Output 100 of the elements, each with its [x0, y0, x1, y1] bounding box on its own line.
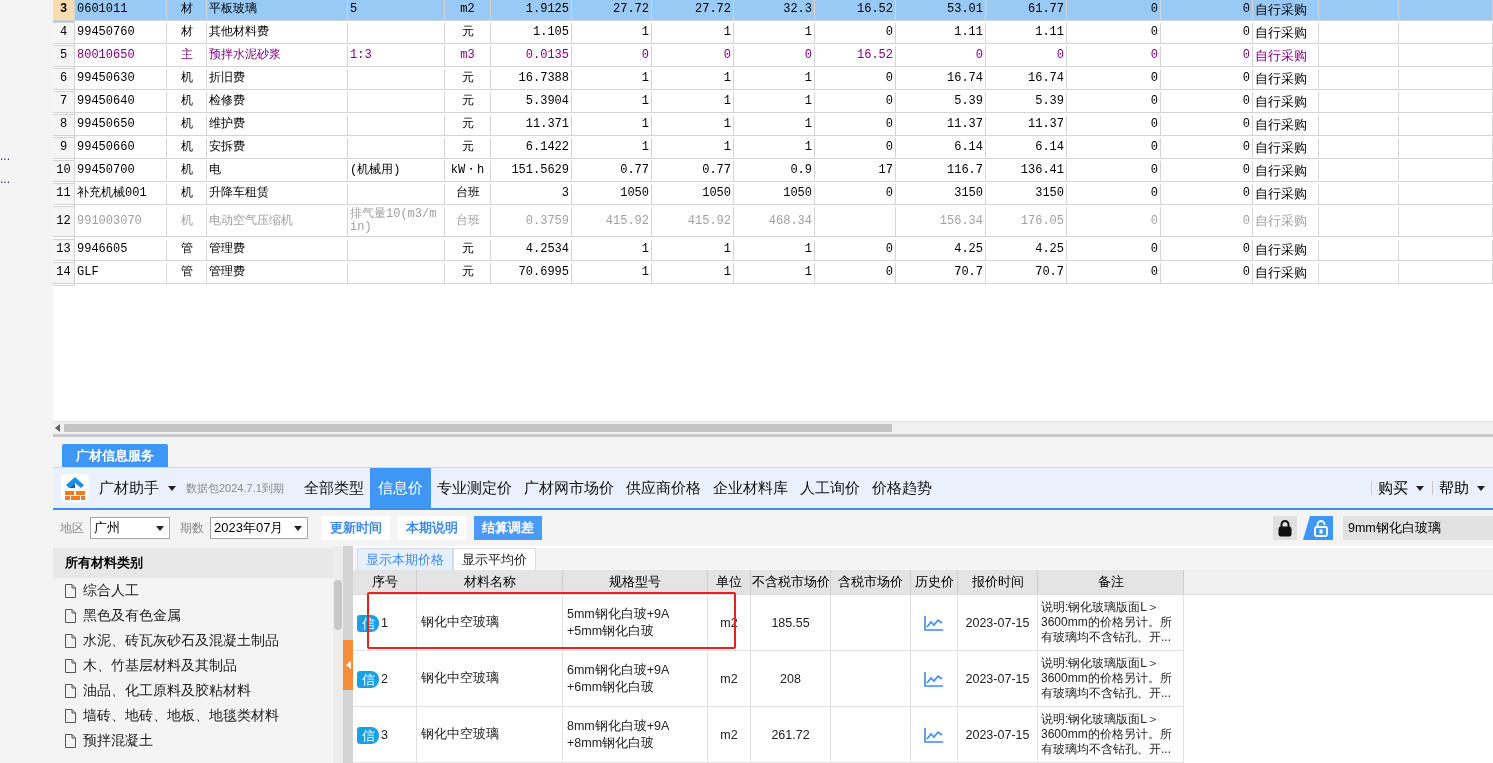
document-icon [65, 583, 76, 598]
table-cell: 0.77 [702, 164, 731, 178]
tree-label[interactable]: ... [0, 171, 10, 188]
horizontal-scrollbar[interactable] [53, 421, 1493, 434]
table-cell: 16.74 [1028, 72, 1064, 86]
row-number[interactable]: 14 [53, 263, 75, 284]
table-cell: 机 [180, 214, 193, 228]
row-number[interactable]: 6 [53, 69, 75, 90]
table-cell: 元 [461, 118, 474, 132]
column-header: 历史价 [914, 573, 954, 591]
table-cell: 4.25 [954, 243, 983, 257]
info-badge: 信 [357, 671, 379, 688]
category-item[interactable]: 木、竹基层材料及其制品 [53, 653, 333, 678]
menu-tab[interactable]: 全部类型 [297, 468, 370, 508]
table-cell: 0 [804, 49, 812, 63]
table-cell: 70.6995 [518, 266, 569, 280]
table-cell: 0 [1242, 214, 1250, 228]
line-chart-icon[interactable] [924, 726, 944, 743]
table-cell: 0 [1150, 164, 1158, 178]
table-cell: 53.01 [947, 3, 983, 17]
table-cell: 1 [804, 118, 812, 132]
row-number[interactable]: 13 [53, 240, 75, 261]
scrollbar-thumb[interactable] [64, 424, 892, 432]
scrollbar-thumb[interactable] [334, 580, 342, 630]
table-cell: 维护费 [209, 118, 245, 132]
row-number[interactable]: 11 [53, 184, 75, 205]
search-field[interactable]: 9mm钢化白玻璃 [1343, 516, 1493, 540]
menu-dropdown[interactable]: 购买 [1371, 481, 1432, 495]
row-number[interactable]: 12 [53, 207, 75, 237]
line-chart-icon[interactable] [924, 670, 944, 687]
document-icon [65, 658, 76, 673]
table-cell: 5.39 [1035, 95, 1064, 109]
table-cell: 70.7 [954, 266, 983, 280]
menu-tab[interactable]: 供应商价格 [619, 468, 707, 508]
collapse-handle[interactable] [343, 640, 353, 690]
table-cell: 0 [1150, 243, 1158, 257]
document-icon [65, 733, 76, 748]
category-item[interactable]: 水泥、砖瓦灰砂石及混凝土制品 [53, 628, 333, 653]
category-item[interactable]: 综合人工 [53, 578, 333, 603]
row-number[interactable]: 7 [53, 92, 75, 113]
period-dropdown[interactable]: 2023年07月 [210, 517, 308, 539]
table-cell: 2023-07-15 [965, 615, 1030, 630]
row-number[interactable]: 3 [53, 0, 75, 21]
table-cell: 1 [804, 141, 812, 155]
table-cell: 0 [1150, 118, 1158, 132]
menu-tab[interactable]: 价格趋势 [865, 468, 938, 508]
toolbar-button[interactable]: 本期说明 [398, 516, 466, 540]
row-number[interactable]: 4 [53, 23, 75, 44]
table-cell: 管理费 [209, 266, 245, 280]
table-cell: 1 [804, 243, 812, 257]
left-arrow-icon[interactable] [55, 424, 61, 432]
table-cell: 0 [1242, 118, 1250, 132]
menu-dropdown[interactable]: 帮助 [1432, 481, 1493, 495]
table-cell: 176.05 [1020, 214, 1064, 228]
table-cell: 99450630 [77, 72, 135, 86]
table-cell: 1 [641, 72, 649, 86]
menu-tab[interactable]: 人工询价 [793, 468, 866, 508]
table-cell: 261.72 [771, 727, 810, 742]
table-cell: 5.3904 [525, 95, 569, 109]
column-header: 规格型号 [609, 573, 661, 591]
document-icon [65, 683, 76, 698]
document-icon [65, 608, 76, 623]
table-cell: 0 [1150, 141, 1158, 155]
table-cell: 8mm钢化白玻+9A [567, 717, 670, 735]
unlock-button[interactable] [1303, 516, 1333, 540]
tree-label[interactable]: ... [0, 148, 10, 165]
table-cell: 自行采购 [1255, 161, 1307, 180]
category-item[interactable]: 预拌混凝土 [53, 728, 333, 753]
table-cell: 1 [641, 243, 649, 257]
category-item[interactable]: 墙砖、地砖、地板、地毯类材料 [53, 703, 333, 728]
column-header: 材料名称 [463, 573, 516, 591]
table-cell: 1 [641, 141, 649, 155]
row-number[interactable]: 9 [53, 138, 75, 159]
line-chart-icon[interactable] [924, 614, 944, 631]
region-dropdown[interactable]: 广州 [90, 517, 170, 539]
menu-tab[interactable]: 专业测定价 [430, 468, 518, 508]
lock-button[interactable] [1273, 516, 1297, 540]
menu-tab[interactable]: 企业材料库 [706, 468, 794, 508]
category-item[interactable]: 黑色及有色金属 [53, 603, 333, 628]
row-number[interactable]: 8 [53, 115, 75, 136]
caret-icon [156, 525, 164, 531]
table-cell: 1.11 [954, 26, 983, 40]
table-cell: 9946605 [77, 243, 128, 257]
table-cell: 3 [561, 187, 569, 201]
view-tab[interactable]: 显示平均价 [453, 548, 536, 570]
table-cell: 1050 [620, 187, 649, 201]
table-cell: 自行采购 [1255, 92, 1307, 111]
table-cell: 0 [1150, 95, 1158, 109]
table-cell: 元 [461, 141, 474, 155]
table-cell: 自行采购 [1255, 23, 1307, 42]
table-cell: 自行采购 [1255, 240, 1307, 259]
table-cell: 0 [1242, 95, 1250, 109]
table-cell: 平板玻璃 [209, 3, 257, 17]
table-cell: 1 [641, 266, 649, 280]
table-cell: 0 [1242, 49, 1250, 63]
row-number[interactable]: 10 [53, 161, 75, 182]
menu-tab[interactable]: 广材网市场价 [517, 468, 620, 508]
category-item[interactable]: 油品、化工原料及胶粘材料 [53, 678, 333, 703]
row-number[interactable]: 5 [53, 46, 75, 67]
app-menu[interactable]: 广材助手 [99, 468, 176, 508]
